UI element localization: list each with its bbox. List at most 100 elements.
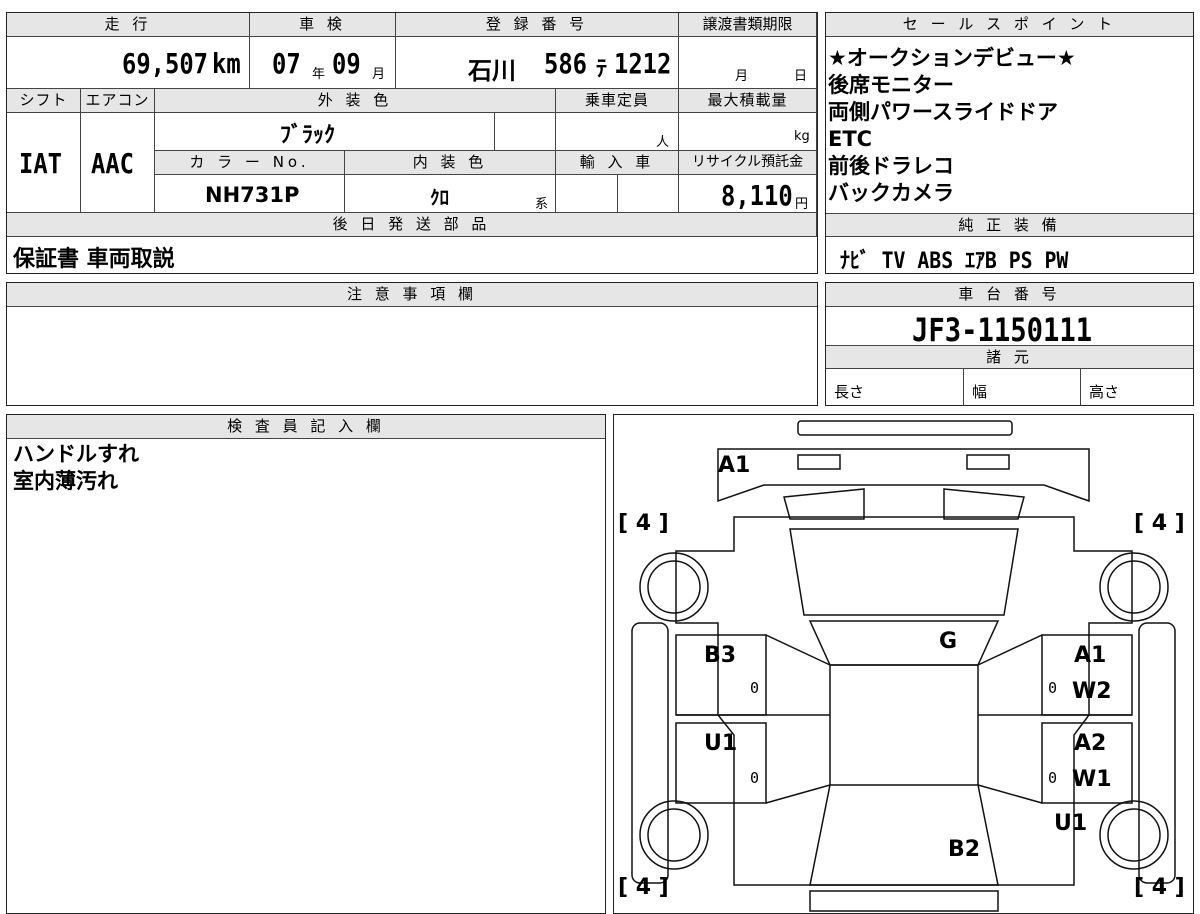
mileage-header: 走 行	[7, 13, 250, 37]
recycle-value: 8,110	[721, 179, 793, 212]
mileage-unit: km	[212, 47, 241, 80]
sales-point-header: セ ー ル ス ポ イ ン ト	[826, 13, 1193, 37]
sales-point-line: ★オークションデビュー★	[828, 46, 1076, 70]
inspection-year: 07	[272, 47, 301, 80]
diagram-tire-rr: [ 4 ]	[1134, 875, 1185, 900]
inspector-box: 検 査 員 記 入 欄 ハンドルすれ 室内薄汚れ	[6, 414, 606, 914]
equipment-value: ﾅﾋﾞ TV ABS ｴｱB PS PW	[840, 249, 1069, 274]
colorno-value: NH731P	[205, 183, 300, 207]
deadline-header: 譲渡書類期限	[679, 13, 817, 37]
diagram-label-right-rear-u: U1	[1054, 811, 1088, 836]
colorno-cell: NH731P	[155, 175, 345, 213]
vehicle-info-table: 走 行 車 検 登 録 番 号 譲渡書類期限 69,507 km 07 年 09…	[6, 12, 818, 274]
maxload-cell: kg	[679, 113, 817, 151]
diagram-label-left-rear-door: U1	[704, 731, 738, 756]
shift-cell: IAT	[7, 113, 81, 213]
sales-point-line: 後席モニター	[828, 73, 954, 97]
ext-color-extra-cell	[495, 113, 556, 151]
ext-color-value: ﾌﾞﾗｯｸ	[280, 123, 336, 148]
diagram-tire-fl: [ 4 ]	[618, 511, 669, 536]
later-parts-value: 保証書 車両取説	[13, 247, 175, 272]
sales-point-line: 両側パワースライドドア	[828, 100, 1058, 124]
maxload-header: 最大積載量	[679, 89, 817, 113]
colorno-header: カ ラ ー No.	[155, 151, 345, 175]
capacity-cell: 人	[556, 113, 679, 151]
diagram-label-left-front-door: B3	[704, 643, 737, 668]
diagram-label-front: A1	[718, 453, 751, 478]
ac-cell: AAC	[81, 113, 155, 213]
notes-header: 注 意 事 項 欄	[7, 283, 817, 307]
int-color-header: 内 装 色	[345, 151, 556, 175]
spec-length-cell: 長さ	[826, 369, 964, 405]
import-header: 輸 入 車	[556, 151, 679, 175]
inspector-note-line: ハンドルすれ	[13, 442, 139, 466]
deadline-cell: 月 日	[679, 37, 817, 89]
deadline-month: 月	[735, 69, 749, 84]
capacity-header: 乗車定員	[556, 89, 679, 113]
diagram-tire-rl: [ 4 ]	[618, 875, 669, 900]
notes-box: 注 意 事 項 欄	[6, 282, 818, 406]
sales-point-line: バックカメラ	[828, 181, 954, 205]
diagram-label-right-rear-b: W1	[1072, 767, 1112, 792]
ext-color-cell: ﾌﾞﾗｯｸ	[155, 113, 495, 151]
sales-point-line: ETC	[828, 127, 873, 151]
inspector-note-line: 室内薄汚れ	[13, 469, 118, 493]
recycle-cell: 8,110 円	[679, 175, 817, 213]
inspection-year-unit: 年	[312, 67, 326, 82]
registration-header: 登 録 番 号	[396, 13, 679, 37]
spec-height-label: 高さ	[1089, 383, 1120, 401]
deadline-day: 日	[794, 69, 808, 84]
recycle-unit: 円	[795, 197, 809, 212]
int-color-cell: ｸﾛ 系	[345, 175, 556, 213]
inspection-cell: 07 年 09 月	[250, 37, 396, 89]
ext-color-header: 外 装 色	[155, 89, 556, 113]
inspection-month-unit: 月	[372, 67, 386, 82]
inspection-month: 09	[332, 47, 361, 80]
diagram-tire-fr: [ 4 ]	[1134, 511, 1185, 536]
car-diagram-box: A1 [ 4 ] [ 4 ] [ 4 ] [ 4 ] G B3 0 U1 0 A…	[613, 414, 1194, 914]
ac-header: エアコン	[81, 89, 155, 113]
diagram-zero: 0	[1048, 679, 1058, 697]
diagram-label-right-rear-a: A2	[1074, 731, 1107, 756]
diagram-zero: 0	[750, 679, 760, 697]
spec-length-label: 長さ	[834, 383, 865, 401]
diagram-zero: 0	[1048, 769, 1058, 787]
recycle-header: リサイクル預託金	[679, 151, 817, 175]
equipment-header: 純 正 装 備	[826, 213, 1193, 237]
registration-region: 石川	[468, 57, 516, 85]
diagram-label-right-front-b: W2	[1072, 679, 1112, 704]
maxload-unit: kg	[794, 129, 810, 144]
registration-class: 586	[544, 47, 587, 80]
registration-kana: ﾃ	[596, 57, 608, 82]
sales-point-line: 前後ドラレコ	[828, 154, 954, 178]
diagram-zero: 0	[750, 769, 760, 787]
import-cell-b	[618, 175, 679, 213]
capacity-unit: 人	[656, 135, 670, 150]
registration-cell: 石川 586 ﾃ 1212	[396, 37, 679, 89]
int-color-value: ｸﾛ	[430, 187, 450, 209]
specs-header: 諸 元	[826, 345, 1193, 369]
chassis-number: JF3-1150111	[912, 311, 1093, 349]
inspector-header: 検 査 員 記 入 欄	[7, 415, 605, 439]
mileage-value: 69,507	[122, 47, 208, 80]
ac-value: AAC	[91, 147, 134, 180]
chassis-header: 車 台 番 号	[826, 283, 1193, 307]
spec-width-cell: 幅	[964, 369, 1081, 405]
shift-header: シフト	[7, 89, 81, 113]
diagram-label-rear: B2	[948, 837, 981, 862]
inspection-header: 車 検	[250, 13, 396, 37]
spec-height-cell: 高さ	[1081, 369, 1193, 405]
diagram-label-glass: G	[939, 629, 958, 654]
sales-point-list: ★オークションデビュー★ 後席モニター 両側パワースライドドア ETC 前後ドラ…	[828, 45, 1076, 207]
import-cell-a	[556, 175, 618, 213]
chassis-box: 車 台 番 号 JF3-1150111 諸 元 長さ 幅 高さ	[825, 282, 1194, 406]
spec-width-label: 幅	[972, 383, 988, 401]
registration-number: 1212	[614, 47, 672, 80]
mileage-cell: 69,507 km	[7, 37, 250, 89]
int-color-suffix: 系	[535, 197, 549, 212]
sales-point-box: セ ー ル ス ポ イ ン ト ★オークションデビュー★ 後席モニター 両側パワ…	[825, 12, 1194, 274]
shift-value: IAT	[19, 147, 62, 180]
inspector-notes: ハンドルすれ 室内薄汚れ	[13, 441, 139, 495]
later-parts-header: 後 日 発 送 部 品	[7, 213, 817, 237]
diagram-label-right-front-a: A1	[1074, 643, 1107, 668]
